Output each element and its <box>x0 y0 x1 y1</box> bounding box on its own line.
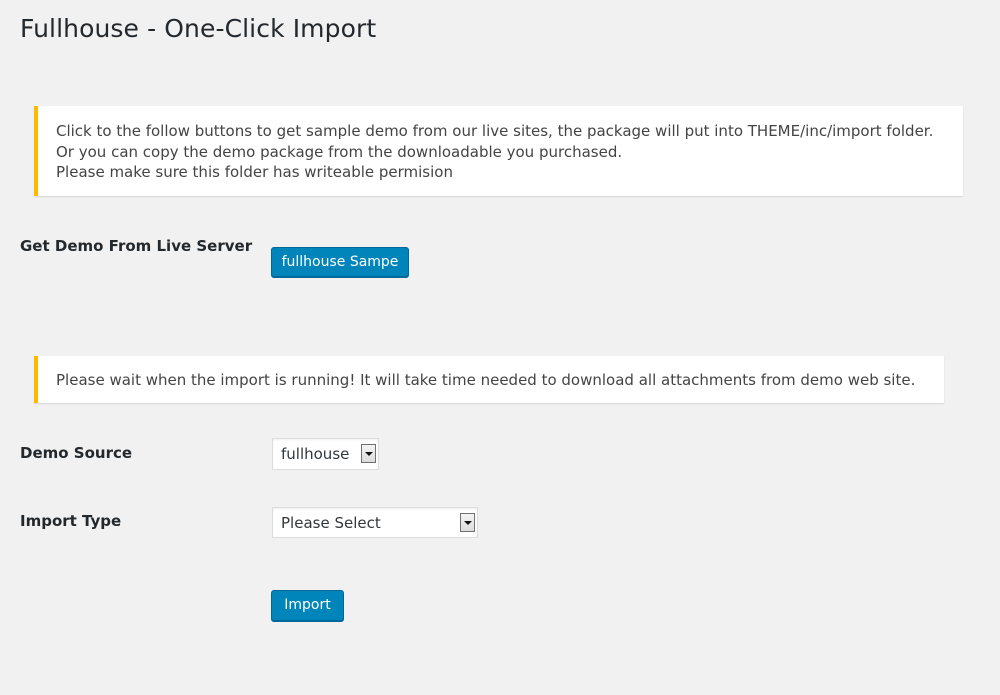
demo-source-value: fullhouse <box>281 445 350 463</box>
import-button[interactable]: Import <box>271 590 344 621</box>
wait-notice: Please wait when the import is running! … <box>34 356 944 403</box>
import-type-select[interactable]: Please Select <box>272 507 478 538</box>
import-type-label: Import Type <box>20 512 122 530</box>
fullhouse-sample-button[interactable]: fullhouse Sampe <box>271 247 409 277</box>
notice-line-2: Or you can copy the demo package from th… <box>56 142 623 161</box>
info-notice: Click to the follow buttons to get sampl… <box>34 106 963 196</box>
notice-line-1: Click to the follow buttons to get sampl… <box>56 122 934 140</box>
chevron-down-icon[interactable] <box>460 513 475 532</box>
demo-source-select[interactable]: fullhouse <box>272 438 379 470</box>
import-type-value: Please Select <box>281 514 381 532</box>
demo-source-label: Demo Source <box>20 444 133 462</box>
page-title: Fullhouse - One-Click Import <box>20 14 377 43</box>
live-server-label: Get Demo From Live Server <box>20 237 253 255</box>
chevron-down-icon[interactable] <box>361 444 376 463</box>
notice-line-3: Please make sure this folder has writeab… <box>56 163 453 181</box>
